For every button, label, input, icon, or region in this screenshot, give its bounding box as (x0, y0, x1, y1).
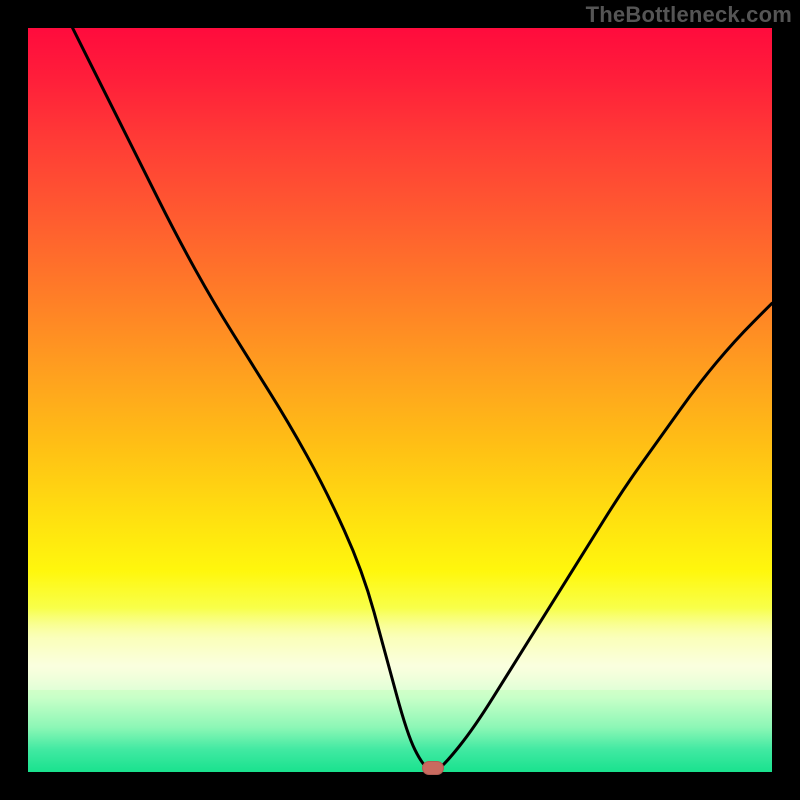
chart-area (28, 28, 772, 772)
watermark-text: TheBottleneck.com (586, 2, 792, 28)
optimal-marker (422, 761, 444, 775)
bottleneck-curve (28, 28, 772, 772)
